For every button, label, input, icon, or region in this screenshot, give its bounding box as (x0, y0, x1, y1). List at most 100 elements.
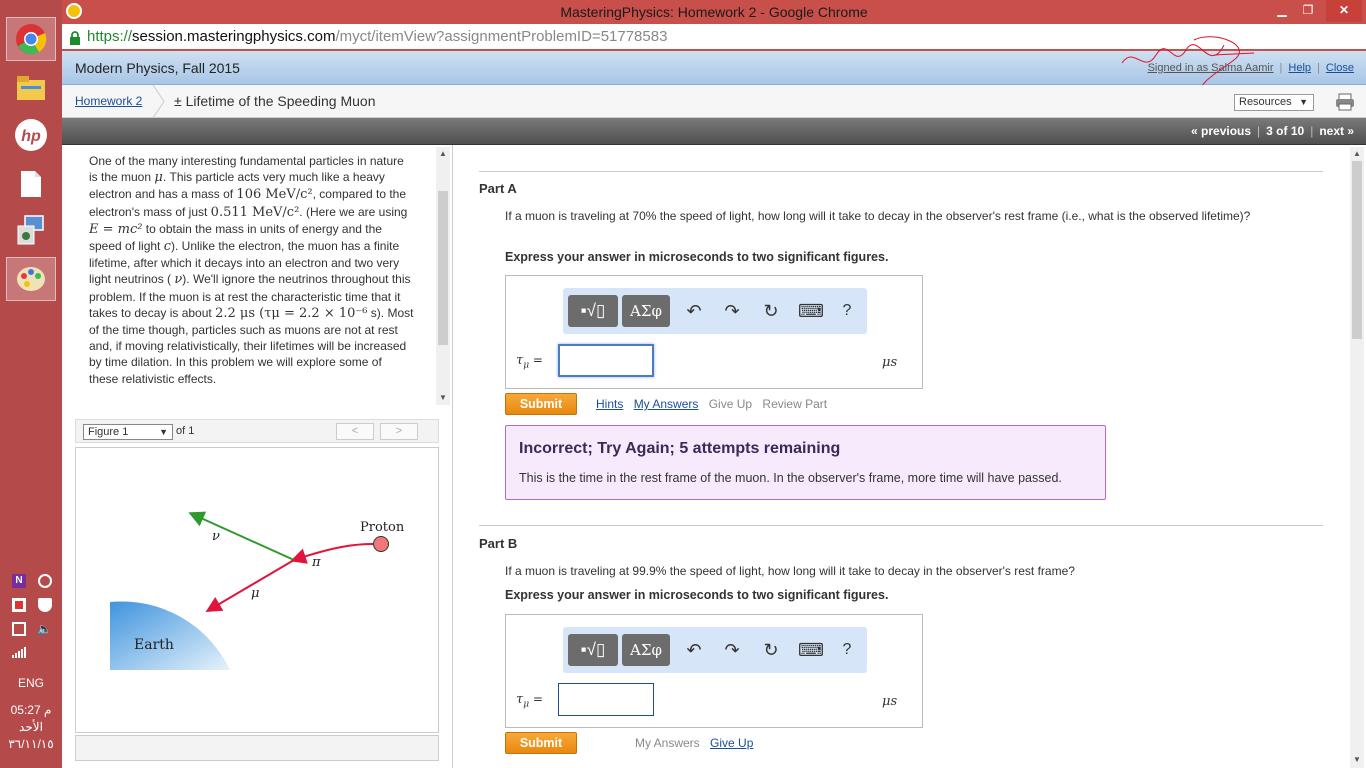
minimize-button[interactable]: ▁ (1272, 0, 1292, 22)
neutrino-label: ν (212, 529, 220, 544)
hp-icon[interactable]: hp (6, 113, 56, 157)
volume-icon[interactable]: 🔈 (37, 622, 52, 636)
neutrino-arrow (188, 511, 295, 561)
keyboard-icon[interactable]: ⌨ (798, 639, 824, 661)
dropdown-arrow-icon: ▼ (1299, 97, 1308, 107)
figure-panel: Earth Proton π ν μ (75, 447, 439, 733)
hints-link[interactable]: Hints (596, 397, 623, 411)
answer-variable-label: τμ = (516, 353, 543, 371)
problem-navigation: « previous | 3 of 10 | next » (62, 118, 1366, 145)
sync-icon[interactable] (38, 574, 52, 588)
dropdown-arrow-icon: ▼ (159, 427, 168, 437)
scroll-down-icon[interactable]: ▼ (436, 393, 450, 402)
feedback-message: This is the time in the rest frame of th… (519, 471, 1062, 485)
reset-icon[interactable]: ↻ (760, 300, 782, 322)
resources-dropdown[interactable]: Resources ▼ (1234, 94, 1314, 111)
shield-icon[interactable] (38, 598, 52, 612)
template-button[interactable]: ▪√▯ (568, 634, 618, 666)
reset-icon[interactable]: ↻ (760, 639, 782, 661)
help-link[interactable]: Help (1288, 62, 1311, 74)
part-a-actions: Hints My Answers Give Up Review Part (596, 397, 834, 411)
part-b-question: If a muon is traveling at 99.9% the spee… (505, 564, 1075, 578)
template-button[interactable]: ▪√▯ (568, 295, 618, 327)
flag-icon[interactable] (12, 598, 26, 612)
network-settings-icon[interactable] (6, 208, 56, 252)
part-a-title: Part A (479, 181, 517, 196)
figure-toolbar: Figure 1 ▼ of 1 < > (75, 419, 439, 443)
give-up-link[interactable]: Give Up (709, 397, 752, 411)
answer-unit: μs (882, 694, 898, 709)
intro-scrollbar[interactable]: ▲ ▼ (436, 147, 450, 405)
muon-arrow (205, 559, 295, 613)
scrollbar-thumb[interactable] (438, 191, 448, 345)
figure-prev-button[interactable]: < (336, 423, 374, 440)
next-link[interactable]: next » (1319, 124, 1354, 138)
earth-label: Earth (134, 637, 174, 653)
math-toolbar: ▪√▯ ΑΣφ ↶ ↷ ↻ ⌨ ? (563, 627, 867, 673)
feedback-title: Incorrect; Try Again; 5 attempts remaini… (519, 440, 841, 457)
language-indicator[interactable]: ENG (0, 676, 62, 690)
chrome-icon[interactable] (6, 17, 56, 61)
part-b-answer-input[interactable] (558, 683, 654, 716)
part-a-divider (479, 171, 1323, 172)
breadcrumb: Homework 2 ± Lifetime of the Speeding Mu… (62, 85, 1366, 118)
greek-symbols-button[interactable]: ΑΣφ (622, 634, 670, 666)
page-scrollbar[interactable]: ▲ ▼ (1350, 147, 1364, 768)
scrollbar-thumb[interactable] (1352, 161, 1362, 339)
battery-icon[interactable] (12, 622, 26, 636)
keyboard-icon[interactable]: ⌨ (798, 300, 824, 322)
part-a-question: If a muon is traveling at 70% the speed … (505, 209, 1251, 223)
help-icon[interactable]: ? (836, 639, 858, 661)
document-icon[interactable] (6, 162, 56, 206)
onenote-icon[interactable]: N (12, 574, 26, 588)
signal-icon[interactable] (12, 646, 26, 658)
my-answers-link[interactable]: My Answers (634, 397, 699, 411)
give-up-link[interactable]: Give Up (710, 736, 753, 750)
redo-icon[interactable]: ↷ (721, 300, 743, 322)
url-text[interactable]: https://session.masteringphysics.com/myc… (87, 28, 667, 45)
scroll-down-icon[interactable]: ▼ (1350, 755, 1364, 764)
pion-arrow (290, 543, 374, 564)
pion-label: π (311, 555, 321, 570)
redo-icon[interactable]: ↷ (721, 639, 743, 661)
clock-time[interactable]: 05:27 م (0, 703, 62, 717)
close-window-button[interactable]: ✕ (1326, 0, 1362, 22)
previous-link[interactable]: « previous (1191, 124, 1251, 138)
problem-position: 3 of 10 (1266, 124, 1305, 138)
my-answers-link[interactable]: My Answers (635, 736, 700, 750)
part-a-answer-input[interactable] (558, 344, 654, 377)
scroll-up-icon[interactable]: ▲ (436, 149, 450, 158)
part-b-submit-button[interactable]: Submit (505, 732, 577, 754)
paint-icon[interactable] (6, 257, 56, 301)
figure-select[interactable]: Figure 1 ▼ (83, 424, 173, 440)
help-icon[interactable]: ? (836, 300, 858, 322)
greek-symbols-button[interactable]: ΑΣφ (622, 295, 670, 327)
course-title: Modern Physics, Fall 2015 (75, 60, 240, 76)
close-link[interactable]: Close (1326, 62, 1354, 74)
problem-title: ± Lifetime of the Speeding Muon (174, 93, 376, 109)
part-b-divider (479, 525, 1323, 526)
part-a-instruction: Express your answer in microseconds to t… (505, 250, 889, 264)
scroll-up-icon[interactable]: ▲ (1350, 149, 1364, 158)
file-manager-icon[interactable] (6, 66, 56, 110)
restore-button[interactable]: ❐ (1298, 0, 1318, 22)
homework-link[interactable]: Homework 2 (75, 94, 142, 108)
lock-icon (69, 31, 81, 48)
part-b-title: Part B (479, 536, 518, 551)
breadcrumb-chevron-icon (152, 85, 165, 118)
undo-icon[interactable]: ↶ (683, 300, 705, 322)
part-b-answer-box: ▪√▯ ΑΣφ ↶ ↷ ↻ ⌨ ? τμ = μs (505, 614, 923, 728)
earth-shape (110, 601, 230, 670)
question-pane: ▲ ▼ Part A If a muon is traveling at 70%… (454, 145, 1366, 768)
taskbar: hp N 🔈 ENG 05:27 م الأحد ٣٦/١١/١٥ (0, 0, 62, 768)
course-header: Modern Physics, Fall 2015 Signed in as S… (62, 36, 1366, 95)
part-a-submit-button[interactable]: Submit (505, 393, 577, 415)
undo-icon[interactable]: ↶ (683, 639, 705, 661)
answer-unit: μs (882, 355, 898, 370)
figure-count: of 1 (176, 425, 195, 437)
figure-next-button[interactable]: > (380, 423, 418, 440)
feedback-panel: Incorrect; Try Again; 5 attempts remaini… (505, 425, 1106, 500)
review-part-link[interactable]: Review Part (762, 397, 827, 411)
clock-date: ٣٦/١١/١٥ (8, 737, 54, 751)
print-icon[interactable] (1335, 93, 1355, 111)
